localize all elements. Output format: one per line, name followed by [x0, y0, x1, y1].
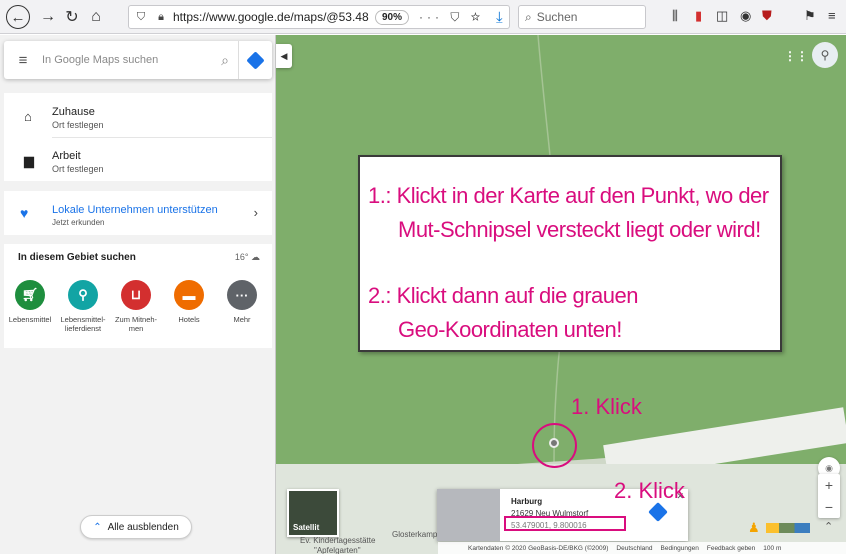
category-grocery-delivery[interactable]: ⚲ Lebensmittel-lieferdienst — [55, 280, 111, 333]
place-subtitle: Ort festlegen — [52, 120, 104, 130]
hide-all-label: Alle ausblenden — [107, 521, 179, 533]
place-name: Harburg — [511, 497, 543, 506]
zoom-out-button[interactable]: − — [818, 496, 840, 518]
library-icon[interactable]: ⫼ — [672, 8, 678, 24]
category-more[interactable]: ··· Mehr — [214, 280, 270, 324]
map-place-label: "Apfelgarten" — [314, 546, 361, 554]
instruction-line-2: Mut-Schnipsel versteckt liegt oder wird! — [398, 217, 761, 242]
zoom-in-button[interactable]: + — [818, 474, 840, 496]
category-hotels[interactable]: ▬ Hotels — [161, 280, 217, 324]
category-takeout[interactable]: ⊔ Zum Mitneh-men — [108, 280, 164, 333]
hamburger-menu-icon[interactable]: ≡ — [4, 52, 42, 69]
takeout-icon: ⊔ — [121, 280, 151, 310]
footer-scale[interactable]: 100 m — [763, 545, 781, 552]
category-label: Lebensmittel-lieferdienst — [60, 315, 106, 333]
forward-button[interactable]: → — [36, 5, 60, 29]
category-groceries[interactable]: 🛒︎ Lebensmittel — [2, 280, 58, 324]
extension-icon-2[interactable]: ⚑ — [804, 8, 816, 24]
place-title: Zuhause — [52, 106, 95, 118]
shield-icon[interactable]: ⛉ — [133, 11, 149, 24]
place-subtitle: Ort festlegen — [52, 164, 104, 174]
zoom-level[interactable]: 90% — [375, 9, 410, 25]
chevron-up-icon[interactable]: ⌃ — [824, 520, 833, 533]
back-button[interactable]: ← — [6, 5, 30, 29]
footer-country[interactable]: Deutschland — [616, 545, 652, 552]
category-label: Hotels — [178, 315, 200, 324]
map-pin-icon[interactable] — [549, 438, 559, 448]
browser-search-input[interactable]: ⌕ Suchen — [518, 5, 646, 29]
pegman-icon[interactable]: ♟ — [748, 520, 760, 536]
explore-title: In diesem Gebiet suchen — [18, 252, 136, 263]
temperature: 16° — [234, 252, 249, 262]
menu-icon[interactable]: ≡ — [828, 8, 836, 23]
support-local-business[interactable]: ♥ Lokale Unternehmen unterstützen Jetzt … — [4, 191, 272, 235]
url-text[interactable]: https://www.google.de/maps/@53.4818 — [173, 10, 369, 24]
briefcase-icon: ▆ — [24, 153, 34, 168]
sidebar: ≡ In Google Maps suchen ⌕ ⌂ Zuhause Ort … — [0, 35, 276, 554]
category-label: Zum Mitneh-men — [114, 315, 158, 333]
collapse-sidebar-button[interactable]: ◀ — [276, 44, 292, 68]
place-photo[interactable] — [437, 489, 500, 541]
saved-places: ⌂ Zuhause Ort festlegen ▆ Arbeit Ort fes… — [4, 93, 272, 181]
browser-window: ← → ↻ ⌂ ⛉ 🔒︎ https://www.google.de/maps/… — [0, 0, 846, 554]
search-icon[interactable]: ⌕ — [212, 52, 238, 69]
satellite-toggle[interactable]: Satellit — [287, 489, 339, 537]
explore-area: In diesem Gebiet suchen 16° ☁ 🛒︎ Lebensm… — [4, 244, 272, 348]
annotation-klick-2: 2. Klick — [614, 478, 685, 503]
bed-icon: ▬ — [174, 280, 204, 310]
annotation-klick-1: 1. Klick — [571, 394, 642, 419]
place-work[interactable]: ▆ Arbeit Ort festlegen — [4, 137, 272, 181]
maps-search-input[interactable]: In Google Maps suchen — [42, 54, 212, 66]
place-title: Arbeit — [52, 150, 81, 162]
home-icon: ⌂ — [24, 109, 32, 124]
home-icon[interactable]: ⌂ — [84, 5, 108, 29]
map-footer: Kartendaten © 2020 GeoBasis-DE/BKG (©200… — [438, 542, 846, 554]
hide-all-button[interactable]: ⌃ Alle ausblenden — [80, 515, 192, 539]
footer-copyright: Kartendaten © 2020 GeoBasis-DE/BKG (©200… — [468, 544, 609, 552]
category-label: Mehr — [233, 315, 251, 324]
support-subtitle: Jetzt erkunden — [52, 218, 105, 227]
page-actions-icon[interactable]: ··· ⛉ ☆ — [419, 10, 484, 25]
url-bar[interactable]: ⛉ 🔒︎ https://www.google.de/maps/@53.4818… — [128, 5, 510, 29]
apps-grid-icon[interactable]: ⋮⋮ — [784, 49, 808, 63]
delivery-icon: ⚲ — [68, 280, 98, 310]
place-home[interactable]: ⌂ Zuhause Ort festlegen — [4, 93, 272, 137]
heart-icon: ♥ — [20, 205, 29, 221]
cart-icon: 🛒︎ — [15, 280, 45, 310]
directions-icon — [246, 50, 265, 70]
footer-terms[interactable]: Bedingungen — [661, 545, 699, 552]
download-icon[interactable]: ⤓ — [496, 9, 503, 26]
category-label: Lebensmittel — [8, 315, 52, 324]
more-icon: ··· — [227, 280, 257, 310]
ublock-icon[interactable]: ⛊ — [762, 8, 772, 24]
reload-button[interactable]: ↻ — [60, 5, 84, 29]
directions-icon[interactable] — [648, 502, 668, 522]
instruction-box: 1.: Klickt in der Karte auf den Punkt, w… — [358, 155, 782, 352]
coordinates-highlight — [504, 516, 626, 531]
account-icon[interactable]: ◉ — [740, 8, 751, 24]
browser-search-placeholder: Suchen — [536, 10, 578, 24]
zoom-control: + − — [818, 474, 840, 518]
chevron-up-icon: ⌃ — [93, 521, 102, 533]
instruction-line-4: Geo-Koordinaten unten! — [398, 317, 622, 342]
chevron-right-icon: › — [253, 205, 258, 220]
bike-layer-icon[interactable]: ⚲ — [812, 42, 838, 68]
map-place-label: Ev. Kindertagesstätte — [300, 536, 376, 545]
lock-icon[interactable]: 🔒︎ — [153, 11, 169, 24]
maps-search-bar[interactable]: ≡ In Google Maps suchen ⌕ — [4, 41, 272, 79]
instruction-line-3: 2.: Klickt dann auf die grauen — [368, 283, 638, 308]
map-place-label: Glosterkamp — [392, 530, 438, 539]
directions-button[interactable] — [238, 41, 272, 79]
satellite-label: Satellit — [293, 523, 320, 532]
cloud-icon: ☁ — [251, 252, 260, 262]
extension-icon[interactable]: ▮ — [695, 8, 702, 24]
weather-temperature: 16° ☁ — [235, 252, 260, 263]
support-title: Lokale Unternehmen unterstützen — [52, 204, 218, 216]
instruction-line-1: 1.: Klickt in der Karte auf den Punkt, w… — [368, 183, 769, 208]
sidebar-icon[interactable]: ◫ — [716, 8, 728, 24]
layer-thumbnails[interactable] — [766, 523, 810, 533]
browser-toolbar: ← → ↻ ⌂ ⛉ 🔒︎ https://www.google.de/maps/… — [0, 0, 846, 34]
footer-feedback[interactable]: Feedback geben — [707, 545, 755, 552]
search-icon: ⌕ — [525, 9, 532, 24]
